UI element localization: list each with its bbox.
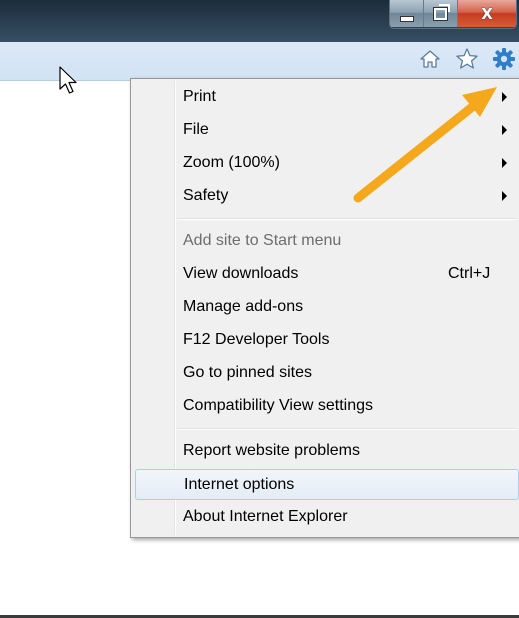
menu-item-file[interactable]: File bbox=[135, 115, 519, 146]
menu-item-add-site-to-start-menu: Add site to Start menu bbox=[183, 232, 342, 249]
menu-separator bbox=[177, 218, 517, 220]
menu-item-zoom[interactable]: Zoom (100%) bbox=[135, 148, 519, 179]
submenu-arrow-icon bbox=[502, 125, 507, 135]
window-controls: X bbox=[389, 0, 517, 29]
tools-menu: Print File Zoom (100%) Safety Add site t… bbox=[130, 78, 519, 538]
minimize-icon bbox=[399, 15, 414, 22]
tools-button[interactable] bbox=[491, 46, 517, 72]
menu-item-compatibility-view-settings[interactable]: Compatibility View settings bbox=[135, 391, 519, 422]
submenu-arrow-icon bbox=[502, 158, 507, 168]
menu-item-print[interactable]: Print bbox=[135, 82, 519, 113]
home-icon bbox=[420, 50, 440, 68]
close-icon: X bbox=[481, 4, 493, 23]
shortcut-label: Ctrl+J bbox=[448, 265, 491, 282]
menu-item-view-downloads[interactable]: View downloads Ctrl+J bbox=[135, 259, 519, 290]
maximize-button[interactable] bbox=[423, 0, 457, 27]
home-button[interactable] bbox=[417, 46, 443, 72]
menu-item-manage-add-ons[interactable]: Manage add-ons bbox=[135, 292, 519, 323]
submenu-arrow-icon bbox=[502, 191, 507, 201]
menu-item-go-to-pinned-sites[interactable]: Go to pinned sites bbox=[135, 358, 519, 389]
favorites-star-icon bbox=[456, 48, 478, 69]
menu-separator bbox=[177, 428, 517, 430]
menu-item-about-internet-explorer[interactable]: About Internet Explorer bbox=[135, 502, 519, 533]
tools-gear-icon bbox=[493, 48, 515, 70]
favorites-button[interactable] bbox=[454, 46, 480, 72]
menu-item-f12-developer-tools[interactable]: F12 Developer Tools bbox=[135, 325, 519, 356]
menu-item-report-website-problems[interactable]: Report website problems bbox=[135, 436, 519, 467]
submenu-arrow-icon bbox=[502, 92, 507, 102]
minimize-button[interactable] bbox=[390, 0, 423, 27]
menu-item-safety[interactable]: Safety bbox=[135, 181, 519, 212]
close-button[interactable]: X bbox=[457, 0, 516, 27]
mouse-cursor-icon bbox=[59, 66, 77, 94]
restore-icon bbox=[433, 3, 450, 21]
window-titlebar: X bbox=[0, 0, 519, 42]
menu-item-internet-options[interactable]: Internet options bbox=[135, 469, 519, 500]
